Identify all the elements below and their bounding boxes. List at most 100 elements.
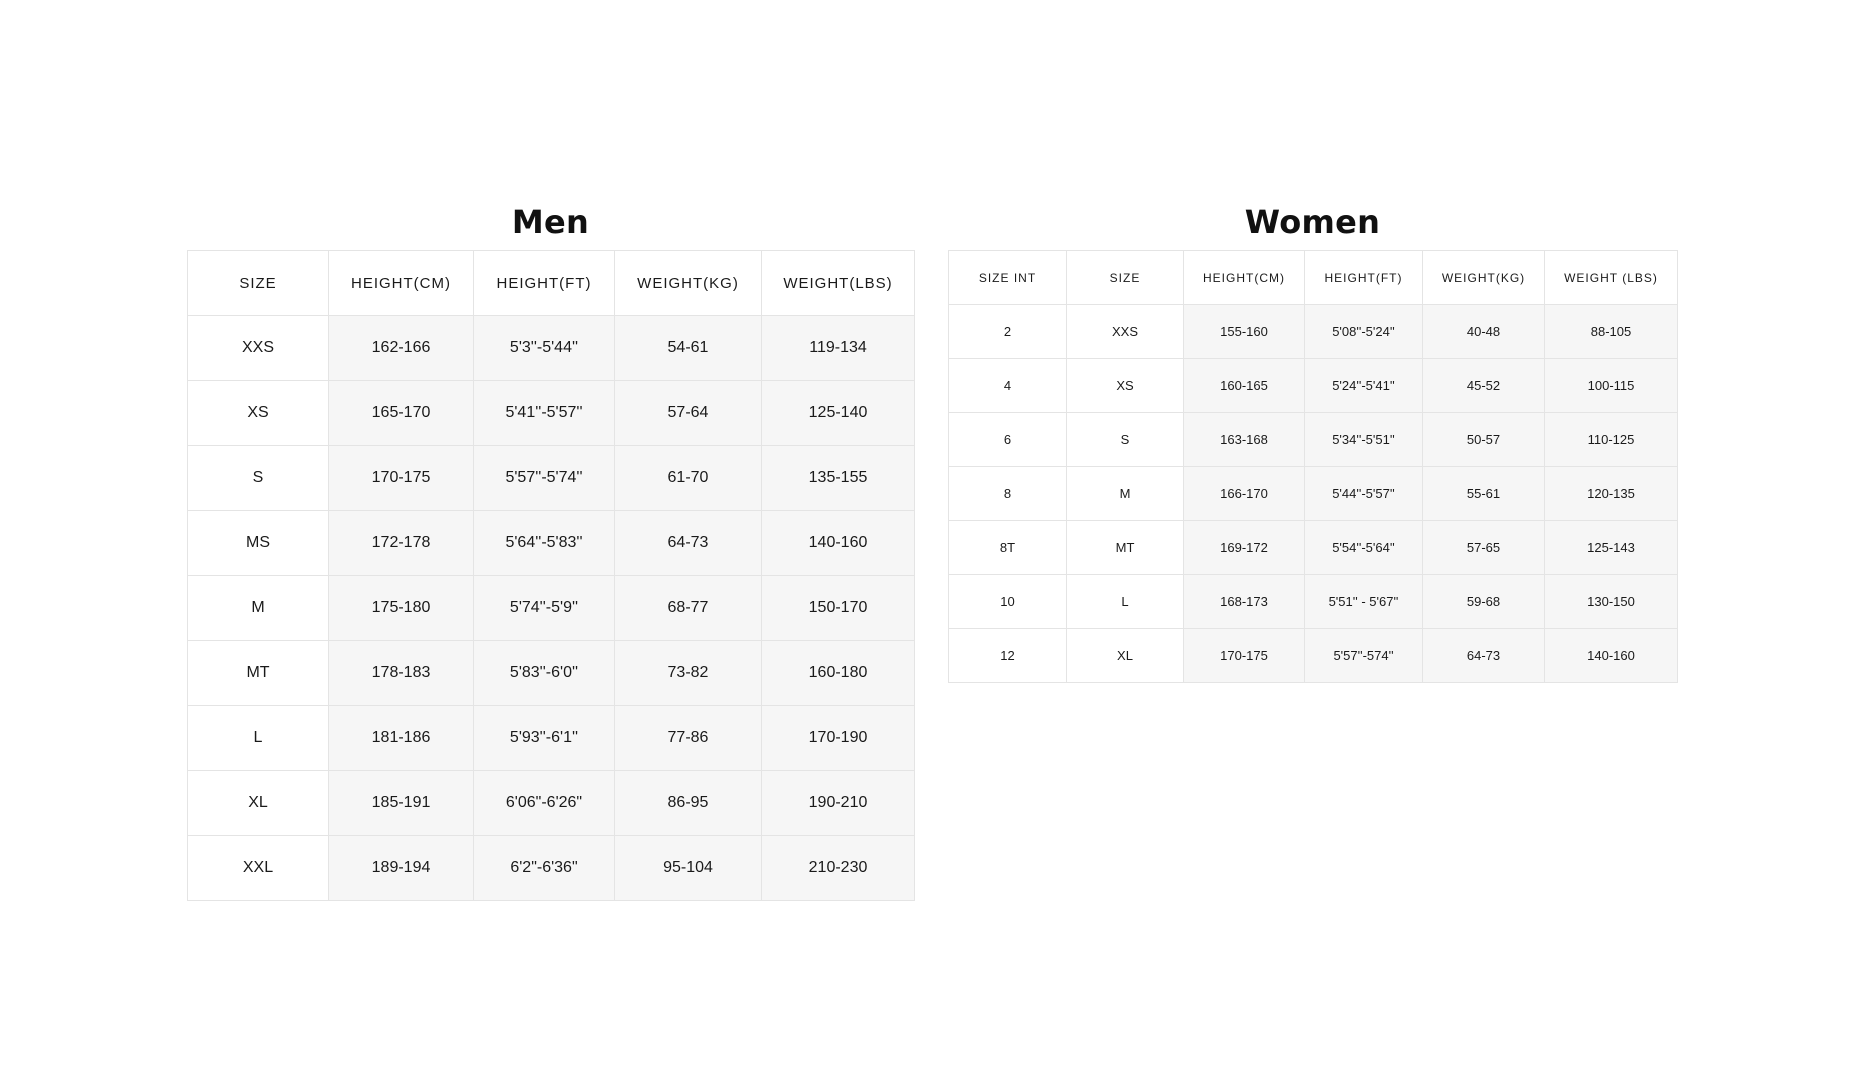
women-title: Women	[1244, 203, 1381, 241]
table-cell: 5'08''-5'24''	[1304, 304, 1423, 359]
table-cell: 170-175	[328, 445, 474, 511]
table-cell: 172-178	[328, 510, 474, 576]
table-cell: 160-165	[1183, 358, 1305, 413]
table-cell: M	[187, 575, 329, 641]
table-cell: 120-135	[1544, 466, 1678, 521]
column-header: SIZE	[1066, 250, 1184, 305]
table-cell: 2	[948, 304, 1067, 359]
table-cell: 5'57''-5'74''	[473, 445, 615, 511]
table-cell: 12	[948, 628, 1067, 683]
women-size-table: SIZE INT SIZE HEIGHT(CM) HEIGHT(FT) WEIG…	[948, 250, 1678, 683]
table-cell: 168-173	[1183, 574, 1305, 629]
table-row: S 170-175 5'57''-5'74'' 61-70 135-155	[187, 445, 915, 511]
table-cell: 5'64''-5'83''	[473, 510, 615, 576]
column-header: HEIGHT(CM)	[328, 250, 474, 316]
men-title: Men	[511, 203, 590, 241]
table-row: M 175-180 5'74''-5'9'' 68-77 150-170	[187, 575, 915, 641]
table-cell: 175-180	[328, 575, 474, 641]
table-cell: 170-190	[761, 705, 915, 771]
table-cell: 64-73	[614, 510, 762, 576]
table-cell: 6	[948, 412, 1067, 467]
table-cell: 4	[948, 358, 1067, 413]
table-cell: 57-65	[1422, 520, 1545, 575]
table-row: XS 165-170 5'41''-5'57'' 57-64 125-140	[187, 380, 915, 446]
table-cell: L	[187, 705, 329, 771]
table-cell: 119-134	[761, 315, 915, 381]
table-cell: 5'83''-6'0''	[473, 640, 615, 706]
table-cell: 170-175	[1183, 628, 1305, 683]
men-size-table: SIZE HEIGHT(CM) HEIGHT(FT) WEIGHT(KG) WE…	[187, 250, 915, 901]
column-header: WEIGHT(KG)	[614, 250, 762, 316]
table-row: 6 S 163-168 5'34''-5'51'' 50-57 110-125	[948, 412, 1678, 467]
table-cell: 163-168	[1183, 412, 1305, 467]
table-cell: 140-160	[761, 510, 915, 576]
table-cell: 64-73	[1422, 628, 1545, 683]
table-row: 4 XS 160-165 5'24''-5'41'' 45-52 100-115	[948, 358, 1678, 413]
women-size-chart: Women SIZE INT SIZE HEIGHT(CM) HEIGHT(FT…	[948, 200, 1678, 683]
table-cell: 5'93''-6'1''	[473, 705, 615, 771]
table-cell: 95-104	[614, 835, 762, 901]
table-cell: 140-160	[1544, 628, 1678, 683]
table-cell: 77-86	[614, 705, 762, 771]
table-cell: 178-183	[328, 640, 474, 706]
table-cell: 110-125	[1544, 412, 1678, 467]
table-row: L 181-186 5'93''-6'1'' 77-86 170-190	[187, 705, 915, 771]
table-cell: 5'3''-5'44''	[473, 315, 615, 381]
table-cell: 6'06"-6'26"	[473, 770, 615, 836]
table-cell: 125-143	[1544, 520, 1678, 575]
table-cell: 100-115	[1544, 358, 1678, 413]
table-cell: 86-95	[614, 770, 762, 836]
table-cell: 57-64	[614, 380, 762, 446]
table-cell: 61-70	[614, 445, 762, 511]
table-cell: 125-140	[761, 380, 915, 446]
table-cell: 160-180	[761, 640, 915, 706]
column-header: WEIGHT(KG)	[1422, 250, 1545, 305]
table-cell: 190-210	[761, 770, 915, 836]
table-cell: 169-172	[1183, 520, 1305, 575]
table-cell: 50-57	[1422, 412, 1545, 467]
table-cell: XL	[1066, 628, 1184, 683]
table-cell: L	[1066, 574, 1184, 629]
table-row: 2 XXS 155-160 5'08''-5'24'' 40-48 88-105	[948, 304, 1678, 359]
table-cell: 210-230	[761, 835, 915, 901]
table-cell: 165-170	[328, 380, 474, 446]
table-cell: 185-191	[328, 770, 474, 836]
column-header: HEIGHT(CM)	[1183, 250, 1305, 305]
men-size-chart: Men SIZE HEIGHT(CM) HEIGHT(FT) WEIGHT(KG…	[187, 200, 915, 901]
table-row: XXS 162-166 5'3''-5'44'' 54-61 119-134	[187, 315, 915, 381]
table-cell: 10	[948, 574, 1067, 629]
table-cell: 6'2"-6'36"	[473, 835, 615, 901]
table-cell: 54-61	[614, 315, 762, 381]
table-cell: XS	[187, 380, 329, 446]
table-cell: XXL	[187, 835, 329, 901]
table-cell: 5'74''-5'9''	[473, 575, 615, 641]
table-cell: 45-52	[1422, 358, 1545, 413]
table-cell: 5'51'' - 5'67''	[1304, 574, 1423, 629]
table-cell: XXS	[187, 315, 329, 381]
table-cell: 5'44''-5'57''	[1304, 466, 1423, 521]
table-cell: 8T	[948, 520, 1067, 575]
table-cell: 88-105	[1544, 304, 1678, 359]
table-cell: 73-82	[614, 640, 762, 706]
table-cell: 55-61	[1422, 466, 1545, 521]
table-cell: MS	[187, 510, 329, 576]
table-cell: 155-160	[1183, 304, 1305, 359]
table-cell: XL	[187, 770, 329, 836]
table-row: 8T MT 169-172 5'54''-5'64'' 57-65 125-14…	[948, 520, 1678, 575]
table-row: 8 M 166-170 5'44''-5'57'' 55-61 120-135	[948, 466, 1678, 521]
table-row: XL 185-191 6'06"-6'26" 86-95 190-210	[187, 770, 915, 836]
table-row: 12 XL 170-175 5'57''-574'' 64-73 140-160	[948, 628, 1678, 683]
column-header: SIZE	[187, 250, 329, 316]
table-cell: MT	[187, 640, 329, 706]
table-cell: 5'24''-5'41''	[1304, 358, 1423, 413]
table-cell: MT	[1066, 520, 1184, 575]
table-cell: XS	[1066, 358, 1184, 413]
table-row: 10 L 168-173 5'51'' - 5'67'' 59-68 130-1…	[948, 574, 1678, 629]
table-cell: 166-170	[1183, 466, 1305, 521]
column-header: HEIGHT(FT)	[1304, 250, 1423, 305]
table-cell: 40-48	[1422, 304, 1545, 359]
table-cell: 5'54''-5'64''	[1304, 520, 1423, 575]
table-cell: 68-77	[614, 575, 762, 641]
column-header: HEIGHT(FT)	[473, 250, 615, 316]
table-cell: XXS	[1066, 304, 1184, 359]
